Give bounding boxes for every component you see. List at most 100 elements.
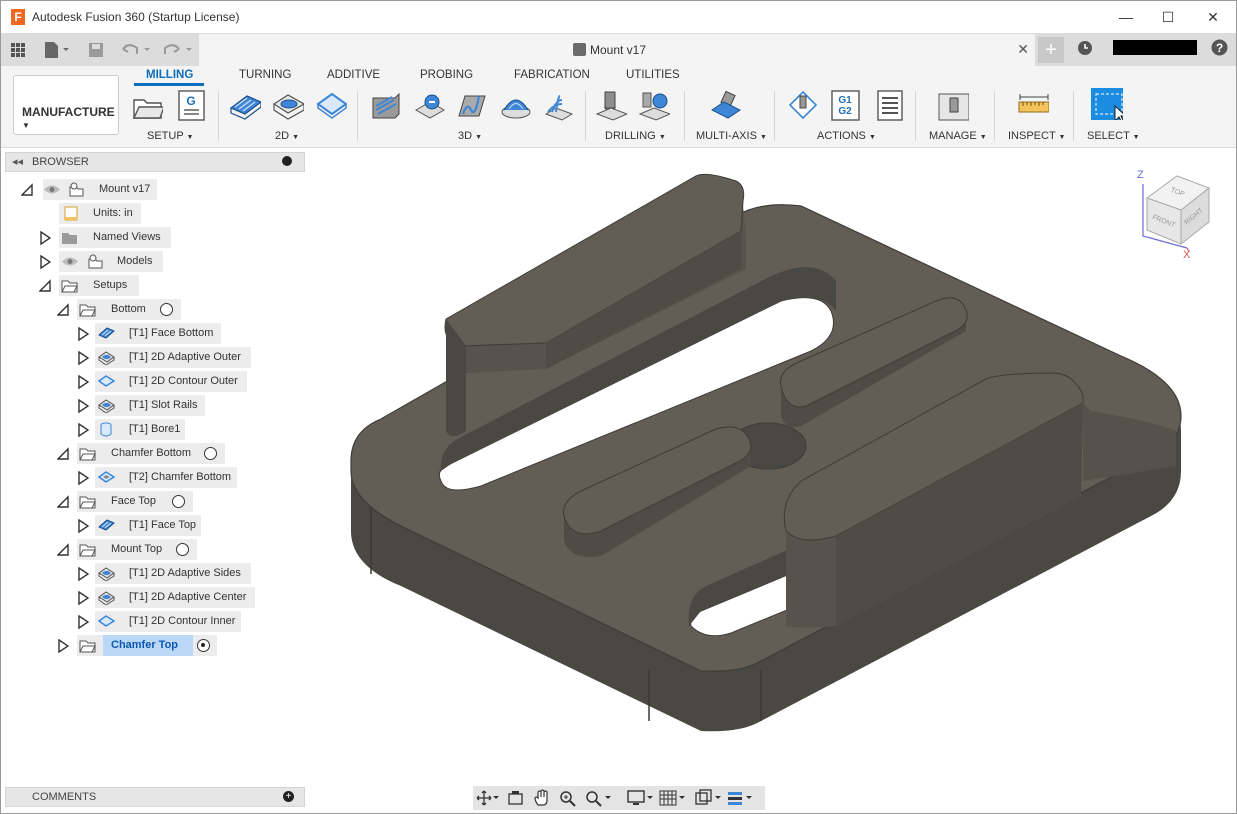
collapse-browser-icon[interactable]: ◂◂ — [12, 155, 23, 168]
tab-probing[interactable]: PROBING — [420, 69, 473, 81]
tree-node-face-bottom[interactable]: [T1] Face Bottom — [95, 323, 221, 344]
tree-node-contour-outer[interactable]: [T1] 2D Contour Outer — [95, 371, 247, 392]
undo-icon[interactable] — [119, 39, 153, 59]
group-inspect[interactable]: INSPECT ▼ — [1008, 130, 1065, 142]
data-panel-grid-icon[interactable] — [10, 39, 26, 59]
tree-node-setups[interactable]: Setups — [59, 275, 139, 296]
group-manage[interactable]: MANAGE ▼ — [929, 130, 987, 142]
tree-node-chamfer-bottom[interactable]: [T2] Chamfer Bottom — [95, 467, 237, 488]
activate-setup-radio[interactable] — [160, 303, 173, 316]
multi-axis-icon[interactable] — [709, 90, 741, 122]
tree-node-named-views[interactable]: Named Views — [59, 227, 171, 248]
2d-adaptive-icon[interactable] — [272, 90, 304, 122]
3d-viewport[interactable] — [306, 148, 1236, 784]
spiral-icon[interactable] — [542, 90, 574, 122]
collapse-arrow-icon[interactable] — [21, 183, 33, 197]
tab-fabrication[interactable]: FABRICATION — [514, 69, 590, 81]
tree-node-setup-chamfer-top[interactable]: Chamfer Top — [103, 635, 193, 656]
collapse-arrow-icon[interactable] — [57, 303, 69, 317]
zoom-icon[interactable] — [559, 789, 577, 807]
visibility-eye-icon[interactable] — [43, 183, 61, 196]
expand-arrow-icon[interactable] — [77, 423, 89, 437]
nc-program-icon[interactable]: G — [176, 90, 208, 122]
group-multi-axis[interactable]: MULTI-AXIS ▼ — [696, 130, 767, 142]
tree-node-contour-inner[interactable]: [T1] 2D Contour Inner — [95, 611, 241, 632]
viewports-icon[interactable] — [695, 789, 723, 807]
active-setup-radio[interactable] — [197, 639, 210, 652]
group-2d[interactable]: 2D ▼ — [275, 130, 299, 142]
drill-icon[interactable] — [595, 90, 627, 122]
expand-arrow-icon[interactable] — [77, 615, 89, 629]
document-tab[interactable]: Mount v17 ✕ — [199, 34, 1035, 66]
orbit-icon[interactable] — [475, 789, 499, 807]
expand-arrow-icon[interactable] — [77, 327, 89, 341]
group-setup[interactable]: SETUP ▼ — [147, 130, 193, 142]
group-drilling[interactable]: DRILLING ▼ — [605, 130, 666, 142]
workspace-switcher[interactable]: MANUFACTURE ▼ — [13, 75, 119, 135]
minimize-panel-icon[interactable] — [282, 156, 292, 166]
display-settings-icon[interactable] — [627, 789, 655, 807]
collapse-arrow-icon[interactable] — [39, 279, 51, 293]
tab-turning[interactable]: TURNING — [239, 69, 291, 81]
3d-adaptive-icon[interactable] — [369, 90, 401, 122]
new-tab-button[interactable]: + — [1038, 37, 1064, 63]
collapse-arrow-icon[interactable] — [57, 447, 69, 461]
minimize-button[interactable]: — — [1106, 5, 1146, 29]
select-icon[interactable] — [1091, 88, 1123, 120]
collapse-arrow-icon[interactable] — [57, 495, 69, 509]
parallel-icon[interactable] — [456, 90, 488, 122]
zoom-window-icon[interactable] — [585, 789, 613, 807]
visibility-eye-icon[interactable] — [61, 255, 79, 268]
setup-sheet-icon[interactable] — [874, 90, 906, 122]
group-actions[interactable]: ACTIONS ▼ — [817, 130, 876, 142]
expand-arrow-icon[interactable] — [77, 519, 89, 533]
environment-icon[interactable] — [727, 789, 755, 807]
group-3d[interactable]: 3D ▼ — [458, 130, 482, 142]
tree-node-units[interactable]: Units: in — [59, 203, 141, 224]
tree-node-adaptive-center[interactable]: [T1] 2D Adaptive Center — [95, 587, 255, 608]
tree-node-face-top[interactable]: [T1] Face Top — [95, 515, 201, 536]
tab-additive[interactable]: ADDITIVE — [327, 69, 380, 81]
expand-arrow-icon[interactable] — [39, 255, 51, 269]
measure-icon[interactable] — [1017, 90, 1049, 122]
comments-panel-header[interactable]: COMMENTS + — [5, 787, 305, 807]
simulate-icon[interactable] — [787, 90, 819, 122]
tree-node-root[interactable]: Mount v17 — [43, 179, 157, 200]
expand-arrow-icon[interactable] — [39, 231, 51, 245]
tree-node-setup-chamfer-bottom[interactable]: Chamfer Bottom — [77, 443, 225, 464]
pan-hand-icon[interactable] — [533, 789, 551, 807]
activate-setup-radio[interactable] — [176, 543, 189, 556]
face-operation-icon[interactable] — [229, 90, 261, 122]
user-account[interactable] — [1113, 40, 1197, 55]
hole-recognition-icon[interactable] — [638, 90, 670, 122]
expand-arrow-icon[interactable] — [77, 375, 89, 389]
setup-folder-icon[interactable] — [131, 90, 163, 122]
collapse-arrow-icon[interactable] — [57, 543, 69, 557]
grid-settings-icon[interactable] — [659, 789, 687, 807]
job-status-clock-icon[interactable] — [1077, 40, 1093, 56]
activate-setup-radio[interactable] — [172, 495, 185, 508]
redo-icon[interactable] — [161, 39, 195, 59]
group-select[interactable]: SELECT ▼ — [1087, 130, 1140, 142]
file-menu-icon[interactable] — [43, 39, 71, 59]
viewcube[interactable]: Z X TOP FRONT RIGHT — [1129, 166, 1225, 262]
look-at-icon[interactable] — [507, 789, 525, 807]
expand-arrow-icon[interactable] — [77, 399, 89, 413]
tree-node-icon-box[interactable] — [77, 635, 103, 656]
pocket-clearing-icon[interactable] — [413, 90, 445, 122]
2d-contour-icon[interactable] — [315, 90, 347, 122]
expand-arrow-icon[interactable] — [77, 471, 89, 485]
activate-setup-radio[interactable] — [204, 447, 217, 460]
expand-arrow-icon[interactable] — [77, 567, 89, 581]
scallop-icon[interactable] — [499, 90, 531, 122]
tree-node-models[interactable]: Models — [59, 251, 163, 272]
tree-node-adaptive-sides[interactable]: [T1] 2D Adaptive Sides — [95, 563, 251, 584]
browser-panel-header[interactable]: ◂◂ BROWSER — [5, 152, 305, 172]
post-process-icon[interactable]: G1 G2 — [830, 90, 862, 122]
tree-node-bore1[interactable]: [T1] Bore1 — [95, 419, 185, 440]
expand-arrow-icon[interactable] — [77, 591, 89, 605]
expand-arrow-icon[interactable] — [57, 639, 69, 653]
tool-library-icon[interactable] — [937, 90, 969, 122]
close-document-icon[interactable]: ✕ — [1017, 41, 1029, 58]
tab-utilities[interactable]: UTILITIES — [626, 69, 680, 81]
